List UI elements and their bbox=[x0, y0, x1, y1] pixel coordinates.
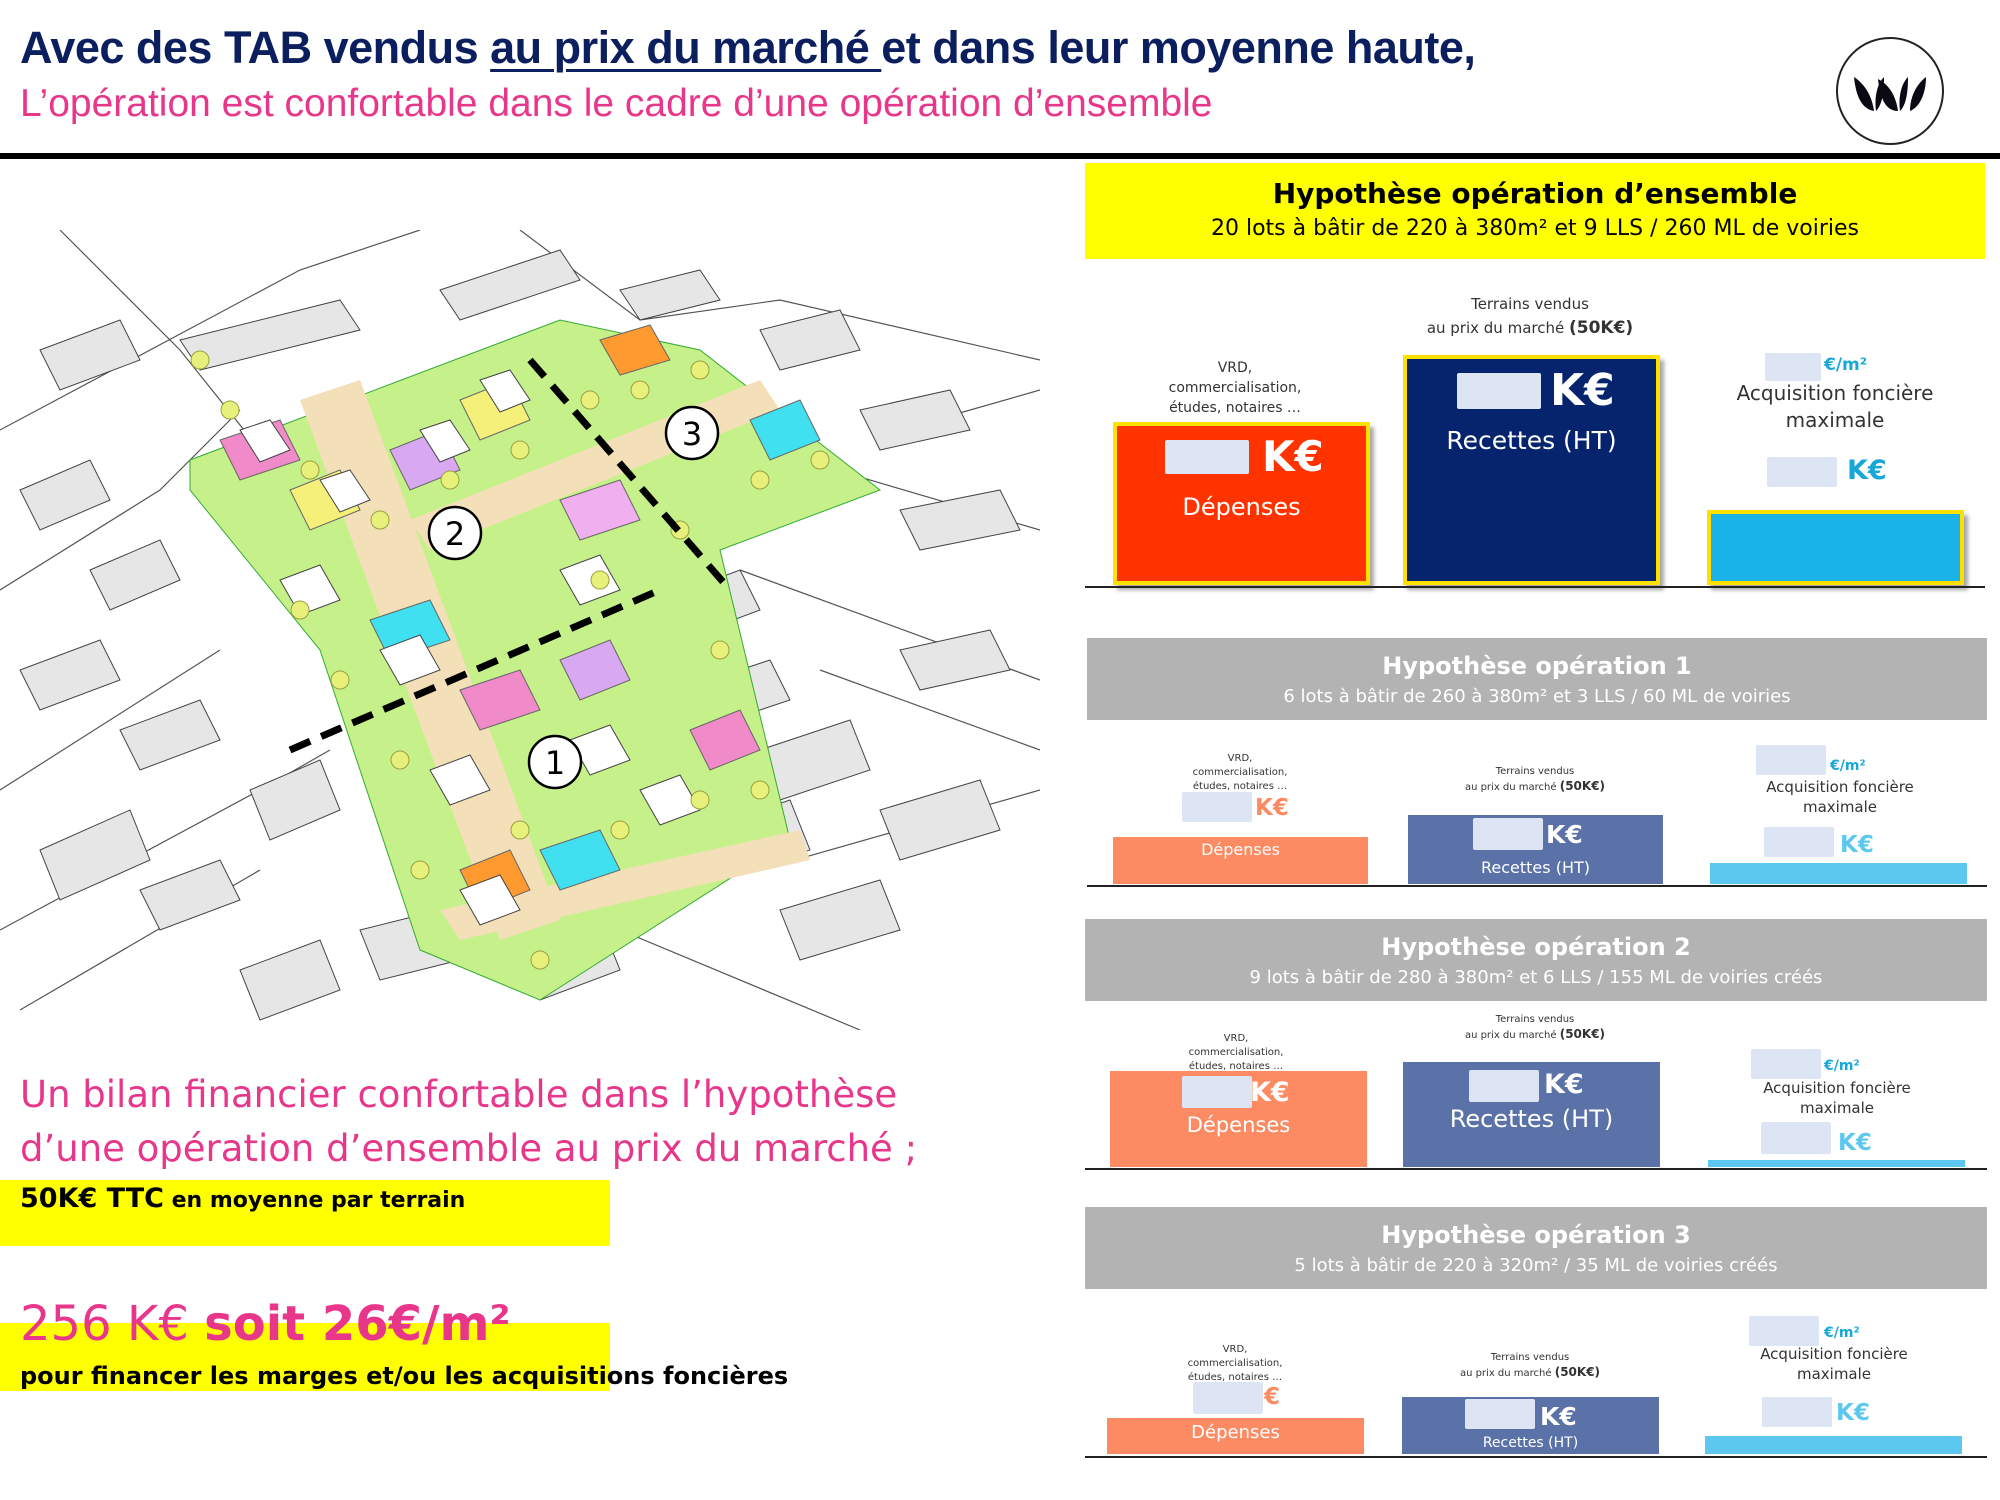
scenario-3-subtitle: 5 lots à bâtir de 220 à 320m² / 35 ML de… bbox=[1294, 1255, 1778, 1276]
title-part-2: et dans leur moyenne haute, bbox=[881, 22, 1476, 73]
main-revenue-unit: K€ bbox=[1550, 365, 1615, 416]
scenario-2-title: Hypothèse opération 2 bbox=[1381, 933, 1691, 961]
s3-expenses-note: VRD, commercialisation, études, notaires… bbox=[1187, 1344, 1283, 1383]
scenario-main-header: Hypothèse opération d’ensemble 20 lots à… bbox=[1085, 163, 1985, 259]
s3-land-label: Acquisition foncière maximale bbox=[1760, 1345, 1908, 1383]
s2-expenses-label: Dépenses bbox=[1186, 1113, 1291, 1137]
s1-expenses-unit: K€ bbox=[1255, 795, 1289, 821]
main-revenue-label: Recettes (HT) bbox=[1446, 426, 1617, 455]
s2-revenue-value-mask bbox=[1469, 1070, 1539, 1102]
main-land-label: Acquisition foncière maximale bbox=[1736, 381, 1934, 432]
s3-land-unit: K€ bbox=[1836, 1400, 1870, 1426]
s3-baseline bbox=[1085, 1456, 1987, 1458]
s3-revenue-note: Terrains vendus au prix du marché (50K€) bbox=[1459, 1352, 1601, 1379]
scenario-3-header: Hypothèse opération 3 5 lots à bâtir de … bbox=[1085, 1207, 1987, 1289]
s2-per-m2-unit: €/m² bbox=[1824, 1058, 1860, 1074]
site-plan-illustration: 1 2 3 bbox=[0, 230, 1040, 1030]
price-per-plot: 50K€ TTC en moyenne par terrain bbox=[20, 1183, 465, 1214]
summary-line-1: Un bilan financier confortable dans l’hy… bbox=[20, 1073, 898, 1116]
s1-revenue-unit: K€ bbox=[1546, 820, 1583, 849]
s1-per-m2-unit: €/m² bbox=[1830, 758, 1866, 774]
s1-expenses-note: VRD, commercialisation, études, notaires… bbox=[1192, 753, 1288, 792]
summary-statement: Un bilan financier confortable dans l’hy… bbox=[20, 1068, 917, 1176]
summary-line-2: d’une opération d’ensemble au prix du ma… bbox=[20, 1127, 918, 1170]
scenario-2-subtitle: 9 lots à bâtir de 280 à 380m² et 6 LLS /… bbox=[1249, 967, 1823, 988]
s1-land-value-mask bbox=[1764, 827, 1834, 857]
zone-label-3: 3 bbox=[682, 415, 702, 453]
main-land-value-mask bbox=[1767, 457, 1837, 487]
s2-baseline bbox=[1085, 1168, 1987, 1170]
main-land-unit: K€ bbox=[1847, 455, 1887, 486]
scenario-1-title: Hypothèse opération 1 bbox=[1382, 652, 1692, 680]
main-expenses-note: VRD, commercialisation, études, notaires… bbox=[1168, 360, 1302, 416]
price-bold: 50K€ TTC bbox=[20, 1183, 164, 1214]
s1-baseline bbox=[1087, 885, 1987, 887]
s1-revenue-note: Terrains vendus au prix du marché (50K€) bbox=[1464, 766, 1606, 793]
s3-expenses-label: Dépenses bbox=[1191, 1422, 1280, 1443]
amount-value: 256 K€ bbox=[20, 1296, 205, 1352]
s2-land-unit: K€ bbox=[1838, 1130, 1872, 1156]
s3-per-m2-value-mask bbox=[1749, 1316, 1819, 1346]
page-subtitle: L’opération est confortable dans le cadr… bbox=[20, 82, 1213, 125]
s1-land-bar bbox=[1710, 863, 1967, 884]
title-underlined: au prix du marché bbox=[490, 22, 882, 73]
s1-per-m2-value-mask bbox=[1756, 745, 1826, 775]
price-rest: en moyenne par terrain bbox=[163, 1188, 466, 1213]
s3-revenue-value-mask bbox=[1465, 1399, 1535, 1429]
scenario-main-title: Hypothèse opération d’ensemble bbox=[1272, 177, 1798, 210]
header-divider bbox=[0, 153, 2000, 159]
s3-expenses-unit: € bbox=[1264, 1384, 1281, 1410]
amount-per-m2: soit 26€/m² bbox=[204, 1296, 511, 1352]
zone-label-1: 1 bbox=[545, 744, 565, 782]
s1-land-label: Acquisition foncière maximale bbox=[1766, 778, 1914, 816]
s3-land-bar bbox=[1705, 1436, 1962, 1454]
company-logo bbox=[1836, 37, 1944, 145]
s1-revenue-label: Recettes (HT) bbox=[1481, 858, 1590, 877]
s2-land-label: Acquisition foncière maximale bbox=[1763, 1079, 1911, 1117]
s1-revenue-value-mask bbox=[1473, 818, 1543, 850]
s3-expenses-value-mask bbox=[1193, 1382, 1263, 1414]
main-baseline bbox=[1085, 586, 1985, 588]
s1-expenses-label: Dépenses bbox=[1201, 840, 1280, 859]
s2-revenue-label: Recettes (HT) bbox=[1449, 1105, 1614, 1133]
s2-revenue-note: Terrains vendus au prix du marché (50K€) bbox=[1464, 1014, 1606, 1041]
s2-land-value-mask bbox=[1761, 1122, 1831, 1154]
s3-land-value-mask bbox=[1762, 1397, 1832, 1427]
main-expenses-label: Dépenses bbox=[1182, 493, 1301, 521]
main-expenses-unit: K€ bbox=[1262, 432, 1324, 481]
scenario-1-header: Hypothèse opération 1 6 lots à bâtir de … bbox=[1087, 638, 1987, 720]
scenario-1-subtitle: 6 lots à bâtir de 260 à 380m² et 3 LLS /… bbox=[1283, 686, 1791, 707]
s3-revenue-unit: K€ bbox=[1540, 1402, 1577, 1431]
s2-revenue-unit: K€ bbox=[1544, 1069, 1584, 1100]
main-revenue-value-mask bbox=[1457, 373, 1541, 409]
s1-land-unit: K€ bbox=[1840, 832, 1874, 858]
amount-statement: 256 K€ soit 26€/m² bbox=[20, 1296, 511, 1352]
main-revenue-note: Terrains vendus au prix du marché (50K€) bbox=[1426, 295, 1634, 338]
s2-expenses-unit: K€ bbox=[1250, 1077, 1290, 1108]
scenario-2-header: Hypothèse opération 2 9 lots à bâtir de … bbox=[1085, 919, 1987, 1001]
s2-expenses-value-mask bbox=[1182, 1076, 1252, 1108]
financing-note: pour financer les marges et/ou les acqui… bbox=[20, 1362, 789, 1390]
s3-revenue-label: Recettes (HT) bbox=[1482, 1435, 1579, 1451]
zone-label-2: 2 bbox=[445, 515, 465, 553]
s2-per-m2-value-mask bbox=[1751, 1049, 1821, 1079]
main-per-m2-value-mask bbox=[1765, 353, 1821, 381]
s2-land-bar bbox=[1708, 1160, 1965, 1167]
page-title: Avec des TAB vendus au prix du marché et… bbox=[20, 22, 1476, 74]
main-expenses-value-mask bbox=[1165, 440, 1249, 474]
title-part-1: Avec des TAB vendus bbox=[20, 22, 491, 73]
scenario-3-title: Hypothèse opération 3 bbox=[1381, 1221, 1691, 1249]
scenario-main-subtitle: 20 lots à bâtir de 220 à 380m² et 9 LLS … bbox=[1210, 216, 1859, 241]
s2-expenses-note: VRD, commercialisation, études, notaires… bbox=[1188, 1033, 1284, 1072]
main-land-bar bbox=[1707, 510, 1964, 585]
main-per-m2-unit: €/m² bbox=[1824, 355, 1868, 375]
s3-per-m2-unit: €/m² bbox=[1824, 1325, 1860, 1341]
s1-expenses-value-mask bbox=[1182, 792, 1252, 822]
